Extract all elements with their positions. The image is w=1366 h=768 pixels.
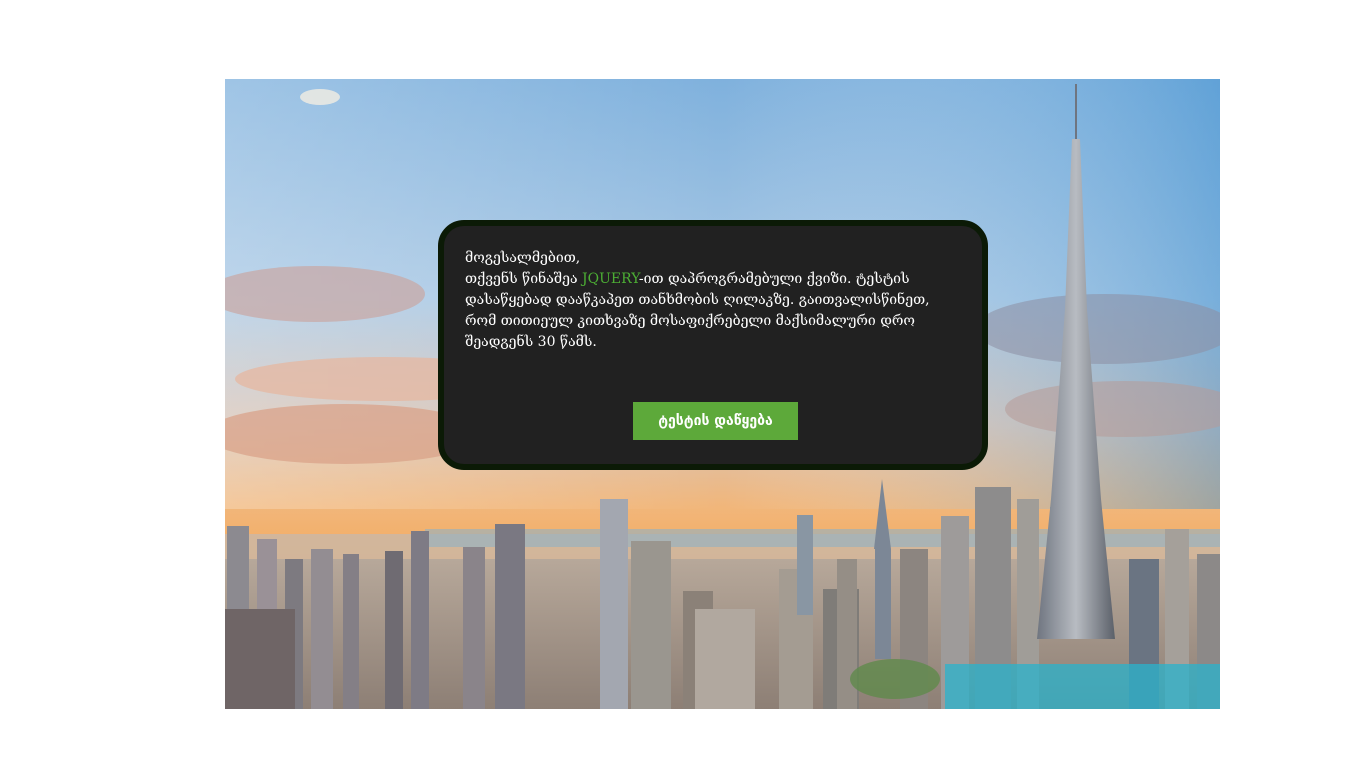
intro-text-part1: თქვენს წინაშეა: [465, 271, 582, 287]
quiz-intro-text: მოგესალმებით, თქვენს წინაშეა JQUERY-ით დ…: [465, 248, 955, 353]
quiz-intro-card: მოგესალმებით, თქვენს წინაშეა JQUERY-ით დ…: [438, 220, 988, 470]
hero-background: მოგესალმებით, თქვენს წინაშეა JQUERY-ით დ…: [225, 79, 1220, 709]
start-test-button[interactable]: ტესტის დაწყება: [633, 402, 798, 440]
greeting-text: მოგესალმებით,: [465, 250, 581, 266]
technology-highlight: JQUERY: [581, 271, 639, 287]
